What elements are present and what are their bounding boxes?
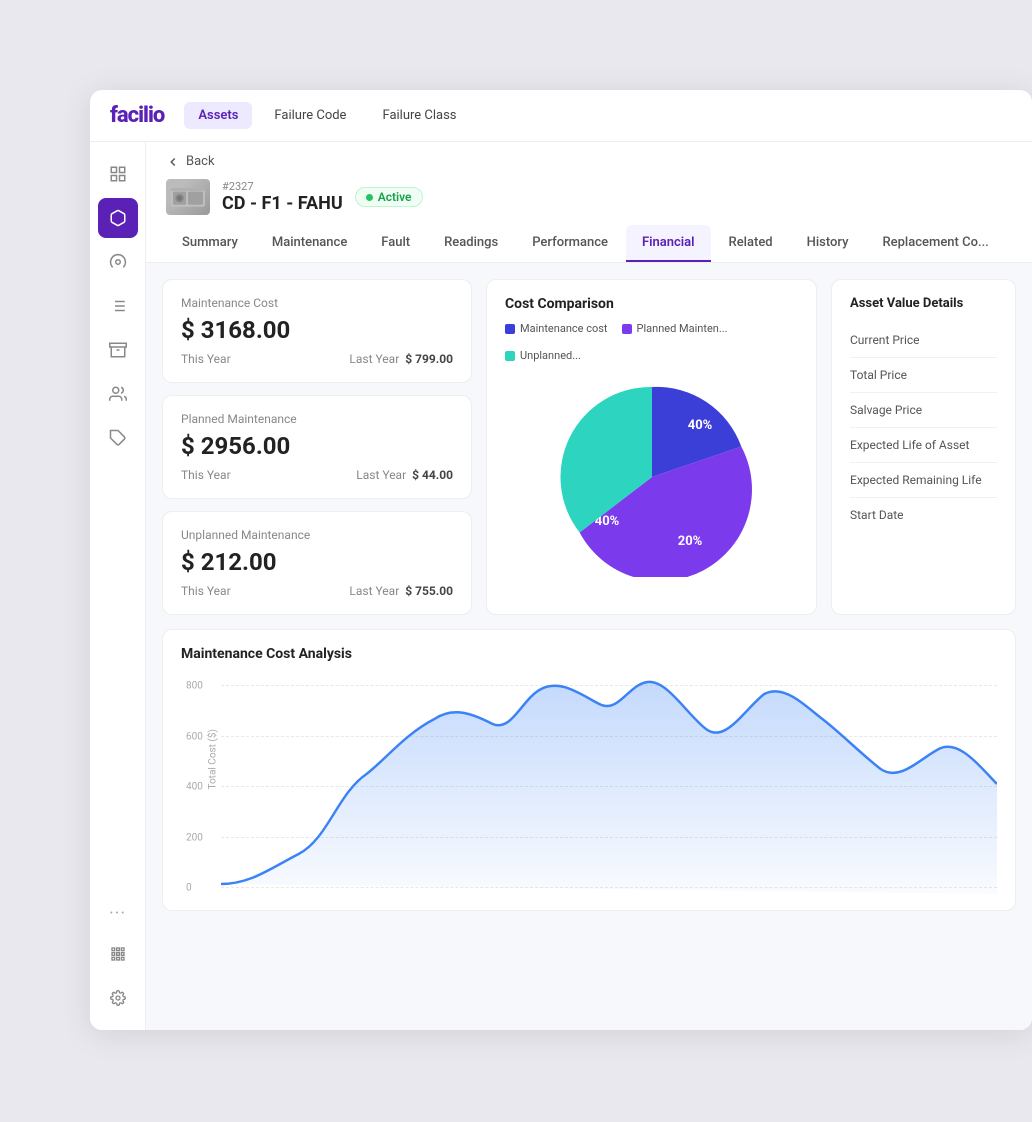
planned-maintenance-card: Planned Maintenance $ 2956.00 This Year … bbox=[162, 395, 472, 499]
cost-cards-column: Maintenance Cost $ 3168.00 This Year Las… bbox=[162, 279, 472, 615]
legend-dot-unplanned bbox=[505, 351, 515, 361]
legend-dot-maintenance bbox=[505, 324, 515, 334]
financial-content: Maintenance Cost $ 3168.00 This Year Las… bbox=[146, 263, 1032, 1030]
nav-assets[interactable]: Assets bbox=[184, 102, 252, 129]
top-bar: facilio Assets Failure Code Failure Clas… bbox=[90, 90, 1032, 142]
asset-value-salvage-price: Salvage Price bbox=[850, 393, 997, 428]
tabs-row: Summary Maintenance Fault Readings Perfo… bbox=[166, 225, 1012, 262]
sidebar-asset-icon[interactable] bbox=[98, 198, 138, 238]
area-chart-svg bbox=[221, 674, 997, 894]
unplanned-this-year: This Year bbox=[181, 584, 231, 598]
sidebar: ··· bbox=[90, 142, 146, 1030]
maintenance-cost-card: Maintenance Cost $ 3168.00 This Year Las… bbox=[162, 279, 472, 383]
maintenance-cost-last-year: Last Year $ 799.00 bbox=[349, 352, 453, 366]
tab-performance[interactable]: Performance bbox=[516, 225, 624, 262]
chart-area: 800 600 400 200 0 Total Cost ($) bbox=[181, 674, 997, 894]
asset-value-card: Asset Value Details Current Price Total … bbox=[831, 279, 1016, 615]
pie-legend: Maintenance cost Planned Mainten... Unpl… bbox=[505, 322, 798, 362]
sidebar-grid-icon[interactable] bbox=[98, 154, 138, 194]
svg-text:40%: 40% bbox=[687, 418, 712, 433]
unplanned-maintenance-card: Unplanned Maintenance $ 212.00 This Year… bbox=[162, 511, 472, 615]
sidebar-people-icon[interactable] bbox=[98, 374, 138, 414]
logo: facilio bbox=[110, 103, 164, 128]
maintenance-cost-this-year: This Year bbox=[181, 352, 231, 366]
cost-comparison-card: Cost Comparison Maintenance cost Planned… bbox=[486, 279, 817, 615]
sidebar-box-icon[interactable] bbox=[98, 330, 138, 370]
legend-dot-planned bbox=[622, 324, 632, 334]
asset-id: #2327 bbox=[222, 180, 343, 193]
svg-text:20%: 20% bbox=[677, 534, 702, 549]
unplanned-maintenance-amount: $ 212.00 bbox=[181, 548, 453, 576]
chart-inner: 800 600 400 200 0 Total Cost ($) bbox=[221, 674, 997, 894]
asset-thumbnail bbox=[166, 179, 210, 215]
status-dot bbox=[366, 194, 373, 201]
sidebar-list-icon[interactable] bbox=[98, 286, 138, 326]
planned-maintenance-amount: $ 2956.00 bbox=[181, 432, 453, 460]
asset-name: CD - F1 - FAHU bbox=[222, 193, 343, 214]
sidebar-gear-icon[interactable] bbox=[98, 978, 138, 1018]
pie-chart-container: 40% 40% 20% bbox=[505, 372, 798, 582]
asset-value-title: Asset Value Details bbox=[850, 296, 997, 311]
legend-maintenance: Maintenance cost bbox=[505, 322, 608, 335]
planned-this-year: This Year bbox=[181, 468, 231, 482]
asset-value-start-date: Start Date bbox=[850, 498, 997, 532]
status-badge: Active bbox=[355, 187, 423, 207]
content-area: Back bbox=[146, 142, 1032, 1030]
asset-value-expected-life: Expected Life of Asset bbox=[850, 428, 997, 463]
nav-failure-code[interactable]: Failure Code bbox=[260, 102, 360, 129]
cost-comparison-title: Cost Comparison bbox=[505, 296, 798, 312]
tab-related[interactable]: Related bbox=[713, 225, 789, 262]
legend-unplanned: Unplanned... bbox=[505, 349, 581, 362]
analysis-card: Maintenance Cost Analysis 800 600 400 20… bbox=[162, 629, 1016, 911]
unplanned-maintenance-label: Unplanned Maintenance bbox=[181, 528, 453, 542]
y-axis-label: Total Cost ($) bbox=[208, 729, 219, 789]
tab-maintenance[interactable]: Maintenance bbox=[256, 225, 363, 262]
tab-summary[interactable]: Summary bbox=[166, 225, 254, 262]
sidebar-more-icon[interactable]: ··· bbox=[109, 903, 126, 924]
pie-chart-svg: 40% 40% 20% bbox=[552, 377, 752, 577]
legend-planned: Planned Mainten... bbox=[622, 322, 728, 335]
unplanned-last-year: Last Year $ 755.00 bbox=[349, 584, 453, 598]
sidebar-apps-icon[interactable] bbox=[98, 934, 138, 974]
tab-fault[interactable]: Fault bbox=[365, 225, 426, 262]
back-button[interactable]: Back bbox=[166, 154, 1012, 169]
tab-replacement[interactable]: Replacement Co... bbox=[866, 225, 1004, 262]
planned-last-year: Last Year $ 44.00 bbox=[356, 468, 453, 482]
planned-maintenance-label: Planned Maintenance bbox=[181, 412, 453, 426]
sidebar-tag-icon[interactable] bbox=[98, 418, 138, 458]
analysis-title: Maintenance Cost Analysis bbox=[181, 646, 997, 662]
asset-header: Back bbox=[146, 142, 1032, 263]
asset-value-current-price: Current Price bbox=[850, 323, 997, 358]
tab-history[interactable]: History bbox=[791, 225, 865, 262]
tab-financial[interactable]: Financial bbox=[626, 225, 711, 262]
tab-readings[interactable]: Readings bbox=[428, 225, 514, 262]
sidebar-settings-icon[interactable] bbox=[98, 242, 138, 282]
maintenance-cost-amount: $ 3168.00 bbox=[181, 316, 453, 344]
nav-failure-class[interactable]: Failure Class bbox=[368, 102, 470, 129]
asset-value-remaining-life: Expected Remaining Life bbox=[850, 463, 997, 498]
maintenance-cost-label: Maintenance Cost bbox=[181, 296, 453, 310]
asset-value-total-price: Total Price bbox=[850, 358, 997, 393]
